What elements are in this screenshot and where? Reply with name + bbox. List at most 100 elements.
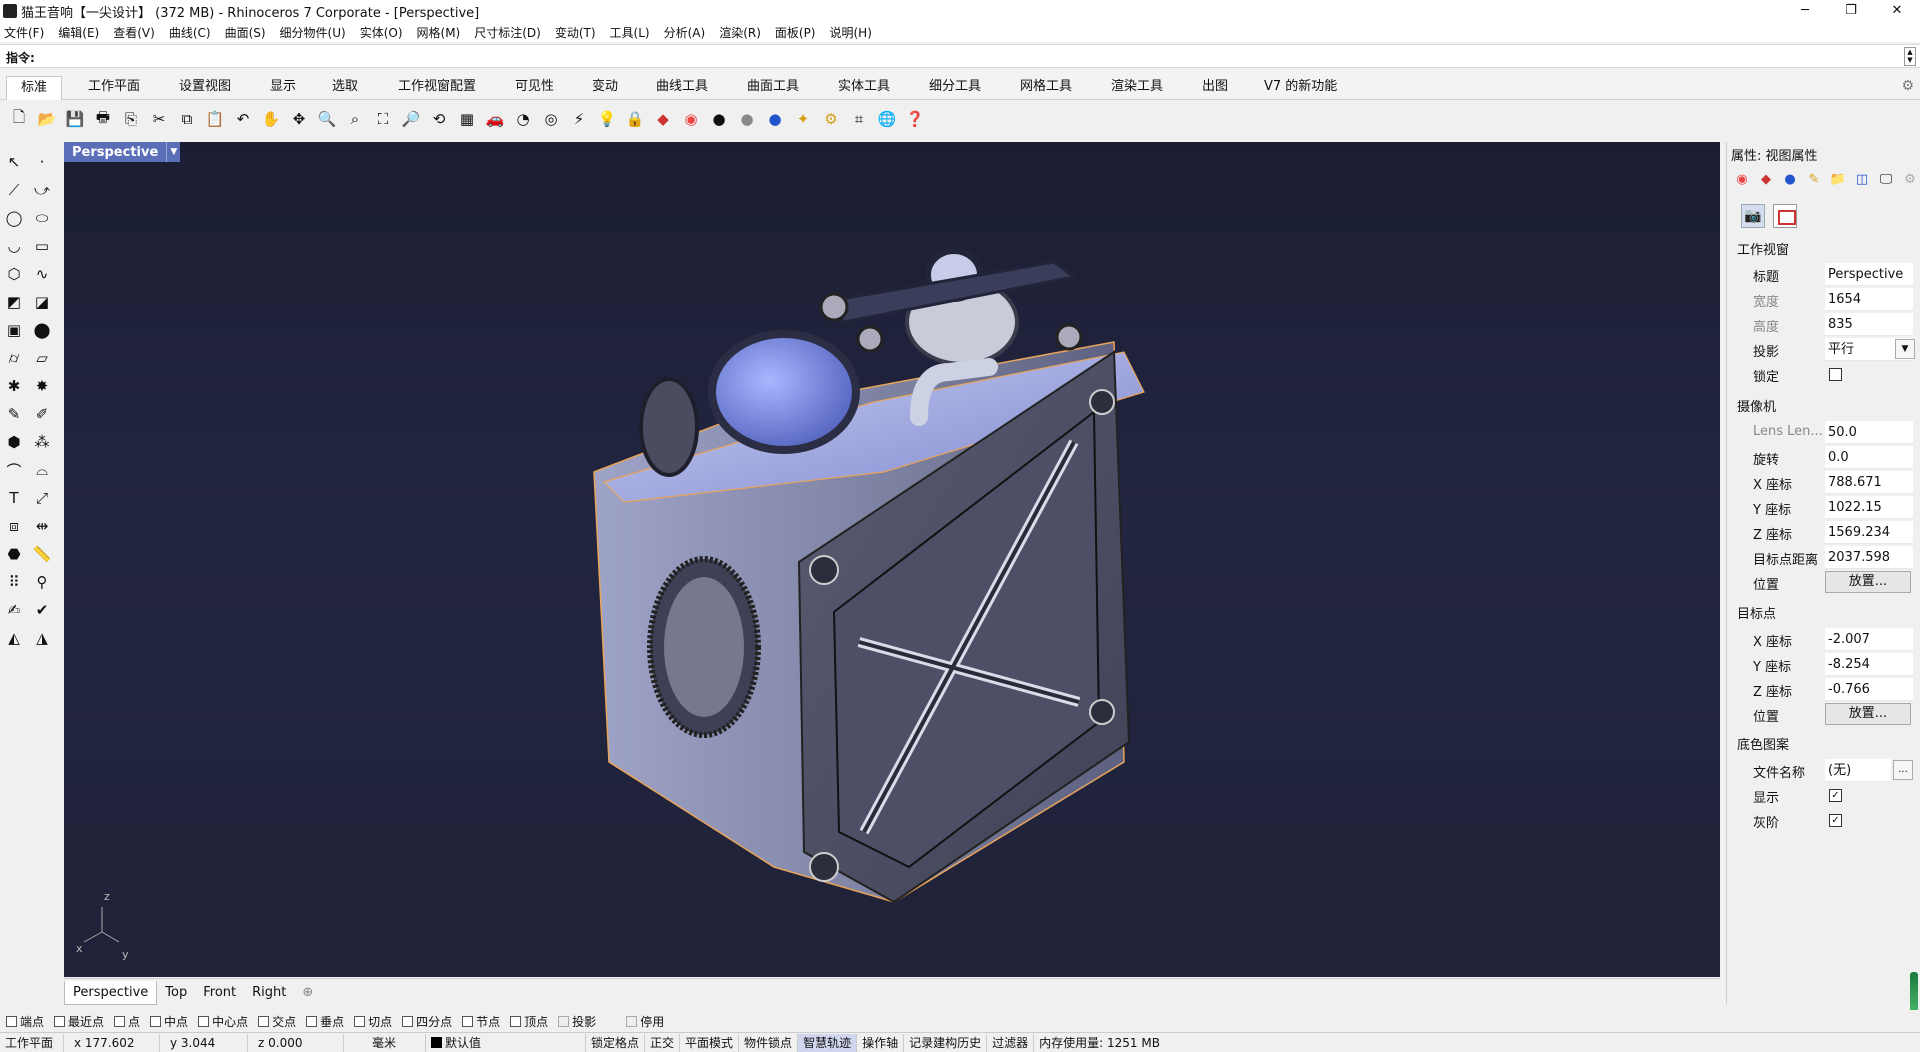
osnap-disable[interactable]: 停用: [626, 1013, 664, 1030]
analyze-icon[interactable]: ⚲: [30, 570, 54, 594]
loft-icon[interactable]: ◪: [30, 290, 54, 314]
lock-checkbox[interactable]: [1829, 368, 1842, 381]
box-icon[interactable]: ▣: [2, 318, 26, 342]
add-view-icon[interactable]: ⊕: [294, 985, 321, 1000]
sphere-icon[interactable]: ⬤: [30, 318, 54, 342]
ortho-toggle[interactable]: 正交: [645, 1033, 681, 1052]
tab-v7-new[interactable]: V7 的新功能: [1250, 76, 1351, 100]
properties-icon[interactable]: ◉: [1731, 172, 1753, 192]
osnap-center[interactable]: 中心点: [198, 1013, 248, 1030]
tab-mesh-tools[interactable]: 网格工具: [1006, 76, 1086, 100]
tab-display[interactable]: 显示: [256, 76, 310, 100]
chevron-down-icon[interactable]: ▼: [1895, 339, 1915, 359]
osnap-point[interactable]: 点: [114, 1013, 140, 1030]
paste-icon[interactable]: 📋: [204, 108, 226, 130]
view-tab-right[interactable]: Right: [244, 985, 294, 1000]
height-field[interactable]: 835: [1825, 313, 1913, 336]
point-icon[interactable]: ·: [30, 150, 54, 174]
shade-model-icon[interactable]: ◭: [2, 626, 26, 650]
ruler-icon[interactable]: 📏: [30, 542, 54, 566]
camera-z-field[interactable]: 1569.234: [1825, 521, 1913, 544]
ellipse-icon[interactable]: ⬭: [30, 206, 54, 230]
menu-dimension[interactable]: 尺寸标注(D): [474, 24, 541, 41]
car-icon[interactable]: 🚗: [484, 108, 506, 130]
browse-button[interactable]: ...: [1893, 760, 1913, 780]
tab-select[interactable]: 选取: [318, 76, 372, 100]
target-x-field[interactable]: -2.007: [1825, 628, 1913, 651]
command-history-scroll[interactable]: ▲ ▼: [1904, 47, 1916, 66]
command-input[interactable]: [40, 48, 1896, 65]
display-icon[interactable]: ✎: [1803, 172, 1825, 192]
check-icon[interactable]: ✔: [30, 598, 54, 622]
target-place-button[interactable]: 放置...: [1825, 703, 1911, 725]
rendering-icon[interactable]: ◫: [1851, 172, 1873, 192]
tab-solid-tools[interactable]: 实体工具: [824, 76, 904, 100]
zoom-extents-icon[interactable]: ⛶: [372, 108, 394, 130]
filename-field[interactable]: (无): [1825, 759, 1891, 782]
target-z-field[interactable]: -0.766: [1825, 678, 1913, 701]
split-icon[interactable]: ✐: [30, 402, 54, 426]
save-icon[interactable]: 💾: [64, 108, 86, 130]
camera-x-field[interactable]: 788.671: [1825, 471, 1913, 494]
menu-mesh[interactable]: 网格(M): [417, 24, 461, 41]
show-checkbox[interactable]: ✓: [1829, 789, 1842, 802]
color-wheel-icon[interactable]: ◉: [680, 108, 702, 130]
rotation-field[interactable]: 0.0: [1825, 446, 1913, 469]
render-icon[interactable]: ◮: [30, 626, 54, 650]
tab-cplanes[interactable]: 工作平面: [74, 76, 154, 100]
cplane-indicator[interactable]: 工作平面: [0, 1033, 64, 1052]
tab-curve-tools[interactable]: 曲线工具: [642, 76, 722, 100]
surface-icon[interactable]: ◩: [2, 290, 26, 314]
tab-transform[interactable]: 变动: [578, 76, 632, 100]
files-icon[interactable]: 📁: [1827, 172, 1849, 192]
zoom-selected-icon[interactable]: 🔎: [400, 108, 422, 130]
lock-icon[interactable]: 🔒: [624, 108, 646, 130]
fillet-icon[interactable]: ⌒: [2, 458, 26, 482]
view-tab-front[interactable]: Front: [195, 985, 244, 1000]
monitor-icon[interactable]: 🖵: [1875, 172, 1897, 192]
zoom-window-icon[interactable]: ⌕: [344, 108, 366, 130]
trim-icon[interactable]: ✎: [2, 402, 26, 426]
rectangle-icon[interactable]: ▭: [30, 234, 54, 258]
camera-icon[interactable]: 📷: [1741, 204, 1765, 228]
grasshopper-icon[interactable]: ⌗: [848, 108, 870, 130]
pan-hand-icon[interactable]: ✋: [260, 108, 282, 130]
import-icon[interactable]: ⎘: [120, 108, 142, 130]
explode-icon[interactable]: ✸: [30, 374, 54, 398]
menu-view[interactable]: 查看(V): [113, 24, 155, 41]
tab-standard[interactable]: 标准: [6, 76, 63, 100]
options-gear-icon[interactable]: ⚙: [820, 108, 842, 130]
osnap-tangent[interactable]: 切点: [354, 1013, 392, 1030]
layer-icon[interactable]: ◆: [652, 108, 674, 130]
grid-snap-toggle[interactable]: 锁定格点: [586, 1033, 646, 1052]
boolean-icon[interactable]: ⬢: [2, 430, 26, 454]
scale-icon[interactable]: ⤢: [30, 486, 54, 510]
polygon-icon[interactable]: ⬡: [2, 262, 26, 286]
mesh-icon[interactable]: ✱: [2, 374, 26, 398]
chamfer-icon[interactable]: ⌓: [30, 458, 54, 482]
arc-icon[interactable]: ◡: [2, 234, 26, 258]
layer-indicator[interactable]: 默认值: [426, 1033, 586, 1052]
move-icon[interactable]: ⧈: [2, 514, 26, 538]
group-icon[interactable]: ⁂: [30, 430, 54, 454]
undo-icon[interactable]: ↶: [232, 108, 254, 130]
print-icon[interactable]: 🖶: [92, 108, 114, 130]
lens-field[interactable]: 50.0: [1825, 421, 1913, 444]
cut-icon[interactable]: ✂: [148, 108, 170, 130]
filter-toggle[interactable]: 过滤器: [987, 1033, 1035, 1052]
tab-viewport-layout[interactable]: 工作视窗配置: [384, 76, 490, 100]
frame-icon[interactable]: [1773, 204, 1797, 228]
rotate-view-icon[interactable]: ✥: [288, 108, 310, 130]
speaker-model[interactable]: [593, 248, 1145, 904]
undo-view-icon[interactable]: ⟲: [428, 108, 450, 130]
menu-solid[interactable]: 实体(O): [360, 24, 403, 41]
osnap-perpendicular[interactable]: 垂点: [306, 1013, 344, 1030]
tab-drafting[interactable]: 出图: [1188, 76, 1242, 100]
osnap-intersection[interactable]: 交点: [258, 1013, 296, 1030]
minimize-button[interactable]: ─: [1782, 0, 1828, 22]
cylinder-icon[interactable]: ⌭: [2, 346, 26, 370]
plane-icon[interactable]: ▱: [30, 346, 54, 370]
rhino-app-icon[interactable]: [3, 4, 17, 18]
gear-icon[interactable]: ⚙: [1901, 78, 1914, 94]
tab-set-view[interactable]: 设置视图: [165, 76, 245, 100]
